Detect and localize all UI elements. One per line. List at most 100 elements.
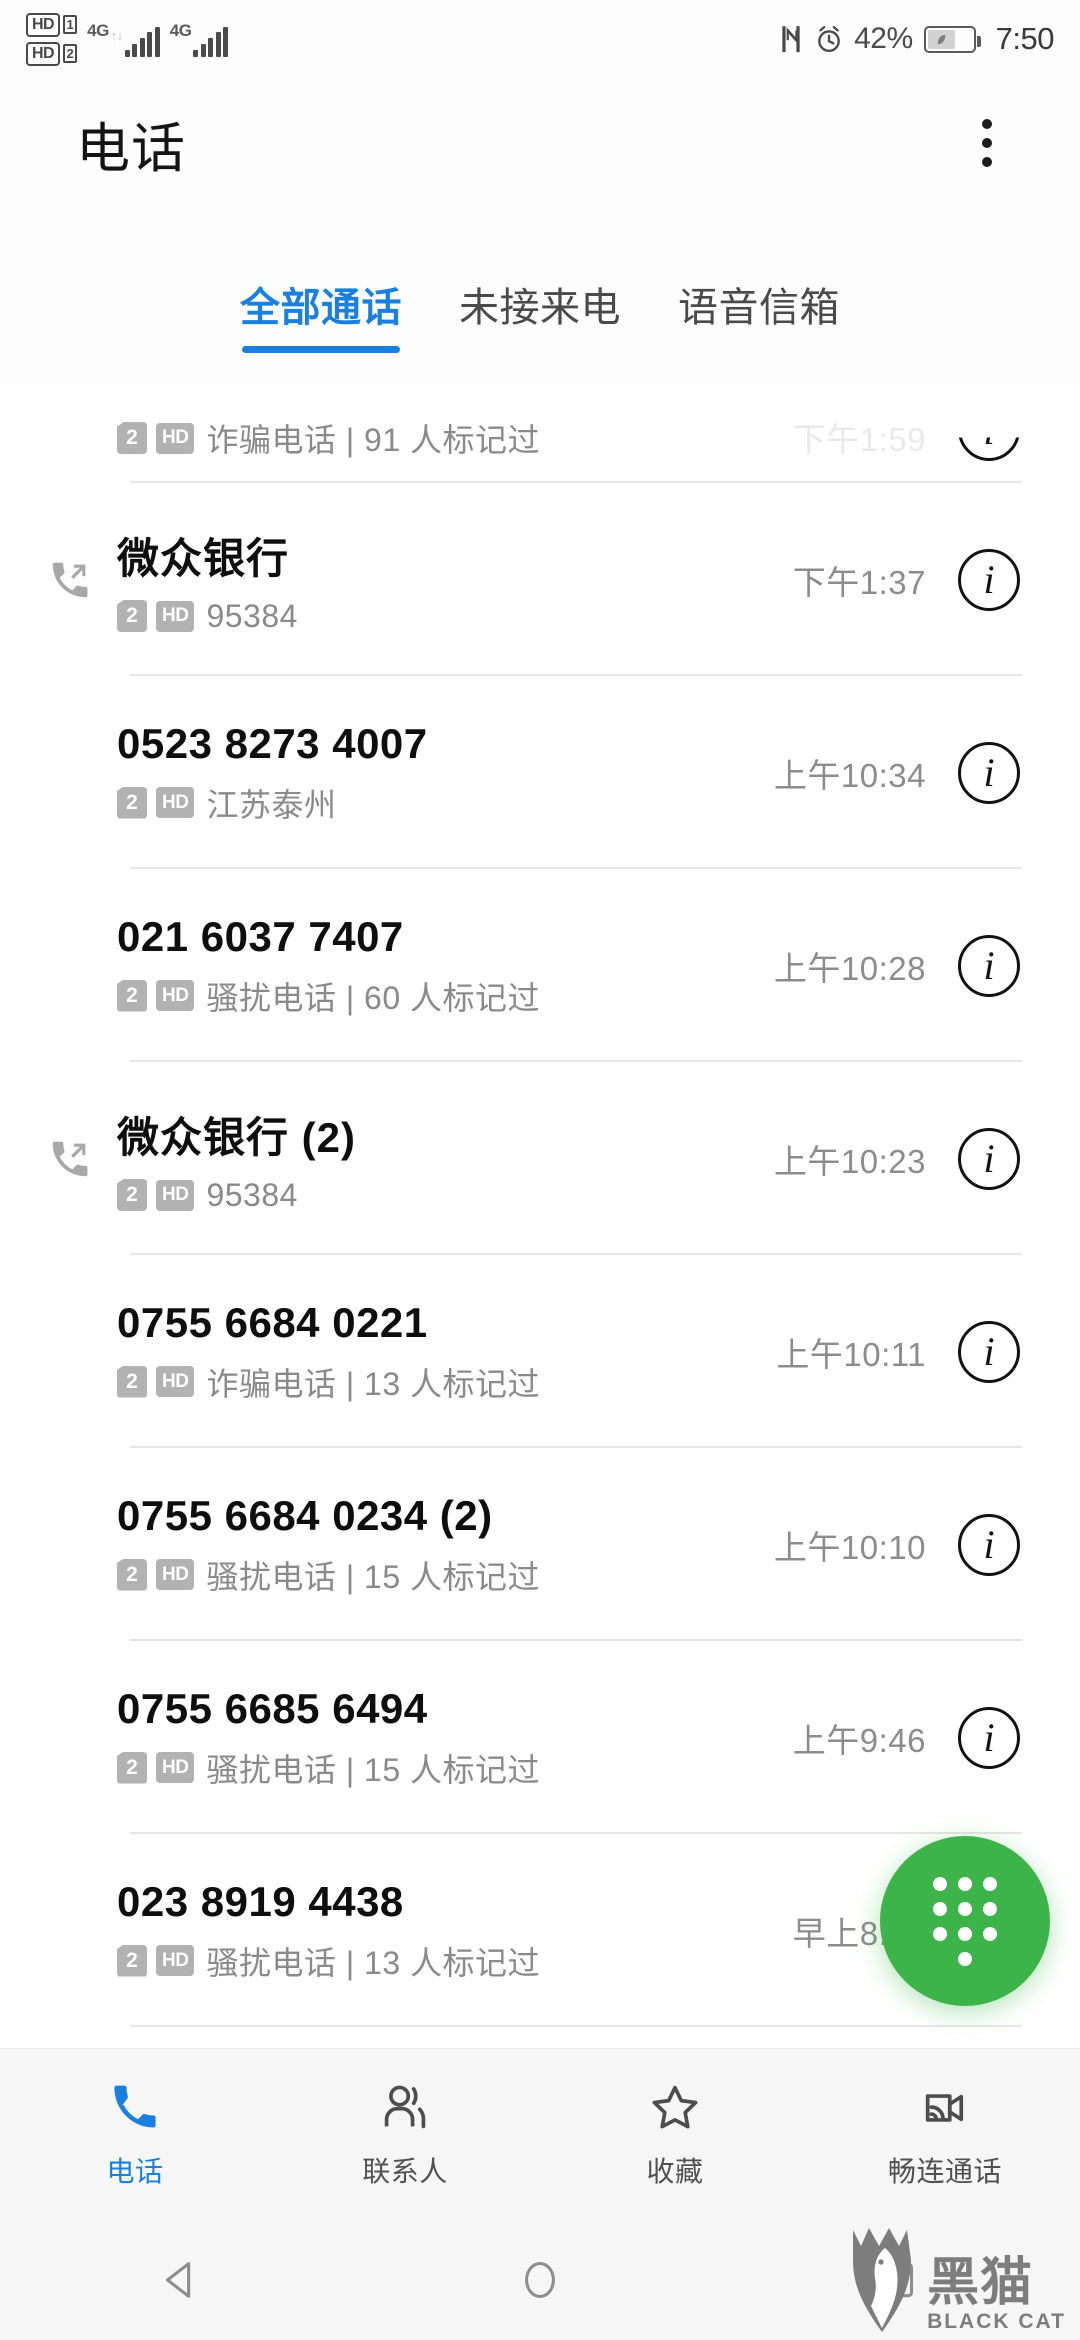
hd-badge: HD [156,600,195,632]
tab-all-calls-label: 全部通话 [240,286,402,330]
call-details-button[interactable]: i [958,934,1020,997]
call-row-subtitle: 2 HD 骚扰电话 | 15 人标记过 [117,1552,774,1598]
hd-badge: HD [156,1366,195,1397]
nav-item-phone-label: 电话 [106,2155,164,2187]
app-bar: 电话 [0,78,1080,208]
call-row-subtitle-text: 骚扰电话 | 15 人标记过 [206,1751,541,1788]
call-row-time: 上午10:23 [773,1142,926,1180]
call-row-subtitle-text: 95384 [206,597,298,634]
contacts-icon [379,2080,431,2136]
call-row-time: 下午1:37 [792,563,926,601]
hd-badge-2: HD [26,41,61,66]
overflow-menu-icon[interactable] [972,105,1002,181]
table-row[interactable]: 0523 8273 4007 2 HD 江苏泰州 上午10:34 i [0,676,1080,869]
call-row-subtitle: 2 HD 骚扰电话 | 60 人标记过 [117,973,774,1019]
call-details-button[interactable]: i [958,741,1020,804]
hd-badge: HD [156,1559,195,1590]
alarm-icon [815,25,843,53]
nav-item-meetime-label: 畅连通话 [887,2155,1002,2187]
call-row-main: 021 6037 7407 2 HD 骚扰电话 | 60 人标记过 [117,913,774,1019]
nav-item-meetime[interactable]: 畅连通话 [810,2080,1080,2190]
outgoing-call-icon [47,1136,117,1182]
call-row-main: 0523 8273 4007 2 HD 江苏泰州 [117,720,774,826]
hd-badge: HD [156,787,195,818]
star-icon [649,2080,701,2136]
signal-sim1: 4G ↑↓ [87,21,160,57]
call-row-main: 0755 6685 6494 2 HD 骚扰电话 | 15 人标记过 [117,1685,793,1791]
table-row[interactable]: 0755 6685 6494 2 HD 骚扰电话 | 15 人标记过 上午9:4… [0,1641,1080,1834]
nav-item-contacts[interactable]: 联系人 [270,2080,540,2190]
nav-item-favorites-label: 收藏 [646,2155,704,2187]
table-row[interactable]: 微众银行 (2) 2 HD 95384 上午10:23 i [0,1062,1080,1255]
tab-voicemail-label: 语音信箱 [678,286,840,330]
table-row[interactable]: 021 6037 7407 2 HD 骚扰电话 | 60 人标记过 上午10:2… [0,869,1080,1062]
battery-powersave-icon [923,25,981,53]
hd-badge: HD [156,980,195,1011]
video-call-icon [919,2080,971,2136]
network-type-1: 4G [87,21,109,40]
nfc-icon [778,24,804,54]
sim-badge: 2 [117,979,147,1012]
network-type-2: 4G [169,21,192,40]
sim-badge: 2 [117,786,147,819]
call-row-title: 0755 6684 0221 [117,1298,428,1346]
nav-item-favorites[interactable]: 收藏 [540,2080,810,2190]
call-row-main: 0755 6684 0221 2 HD 诈骗电话 | 13 人标记过 [117,1299,776,1405]
sim-badge: 2 [117,1944,147,1977]
tab-active-indicator [242,346,400,353]
row-divider [130,2025,1022,2027]
hd-badge: HD [156,422,195,454]
call-row-time: 上午9:46 [792,1721,926,1759]
call-row-subtitle: 2 HD 95384 [117,1177,774,1214]
call-row-subtitle-text: 诈骗电话 | 13 人标记过 [206,1365,541,1402]
call-row-time: 下午1:59 [792,421,926,458]
call-details-button[interactable]: i [958,1513,1020,1576]
phone-icon [109,2080,161,2136]
call-row-subtitle: 2 HD 诈骗电话 | 13 人标记过 [117,1359,776,1405]
status-bar: HD 1 HD 2 4G ↑↓ 4G 42% 7:50 [0,0,1080,78]
nav-item-phone[interactable]: 电话 [0,2080,270,2190]
home-icon[interactable] [360,2257,720,2303]
call-details-button[interactable]: i [958,548,1020,611]
sim-badge: 2 [117,1751,147,1784]
nav-item-contacts-label: 联系人 [362,2155,448,2187]
call-details-button[interactable]: i [958,437,1020,461]
back-icon[interactable] [0,2257,360,2303]
call-details-button[interactable]: i [958,1320,1020,1383]
table-row[interactable]: 微众银行 2 HD 95384 下午1:37 i [0,483,1080,676]
call-row-time: 上午10:11 [776,1335,926,1373]
outgoing-call-icon [47,557,117,603]
call-row-time: 上午10:34 [773,756,926,794]
table-row[interactable]: 2 HD 诈骗电话 | 91 人标记过 下午1:59 i [0,385,1080,483]
tab-bar: 全部通话 未接来电 语音信箱 [0,275,1080,385]
tab-voicemail[interactable]: 语音信箱 [678,275,840,353]
call-row-subtitle-text: 骚扰电话 | 15 人标记过 [206,1558,541,1595]
bottom-navigation-bar: 电话 联系人 收藏 畅连通话 [0,2048,1080,2220]
network-updown-icon: ↑↓ [110,28,124,43]
tab-missed-calls[interactable]: 未接来电 [459,275,621,353]
status-bar-left: HD 1 HD 2 4G ↑↓ 4G [26,12,229,66]
hd-badge: HD [156,1179,195,1211]
call-row-title: 微众银行 (2) [117,1113,357,1161]
recents-icon[interactable] [720,2257,1080,2303]
call-row-title: 0755 6684 0234 (2) [117,1491,493,1539]
call-row-title: 021 6037 7407 [117,912,404,960]
call-row-subtitle-text: 95384 [206,1176,298,1213]
status-bar-clock: 7:50 [995,21,1055,56]
table-row[interactable]: 0755 6684 0234 (2) 2 HD 骚扰电话 | 15 人标记过 上… [0,1448,1080,1641]
call-row-title: 023 8919 4438 [117,1877,404,1925]
call-row-main: 0755 6684 0234 (2) 2 HD 骚扰电话 | 15 人标记过 [117,1492,774,1598]
sim-number-1: 1 [63,15,78,34]
call-row-main: 2 HD 诈骗电话 | 91 人标记过 [117,415,793,461]
signal-sim2: 4G [170,21,229,57]
call-details-button[interactable]: i [958,1706,1020,1769]
tab-all-calls[interactable]: 全部通话 [240,275,402,353]
call-row-time: 上午10:10 [773,1528,926,1566]
call-details-button[interactable]: i [958,1127,1020,1190]
dialpad-icon [933,1876,997,1966]
android-navigation-bar [0,2220,1080,2340]
table-row[interactable]: 0755 6684 0221 2 HD 诈骗电话 | 13 人标记过 上午10:… [0,1255,1080,1448]
dialpad-fab-button[interactable] [880,1836,1050,2006]
call-log-list[interactable]: 2 HD 诈骗电话 | 91 人标记过 下午1:59 i 微众银行 2 HD 9… [0,385,1080,2048]
call-row-subtitle: 2 HD 诈骗电话 | 91 人标记过 [117,415,793,461]
